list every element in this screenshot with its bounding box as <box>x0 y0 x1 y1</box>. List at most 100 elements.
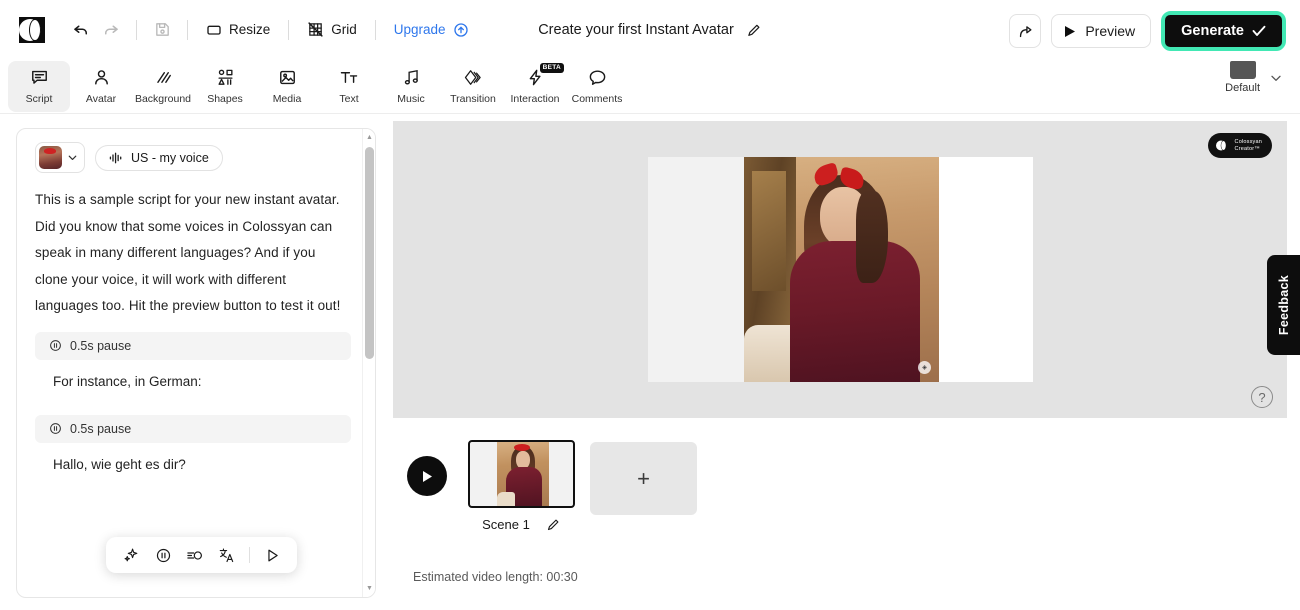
page-title: Create your first Instant Avatar <box>538 21 734 38</box>
scroll-down-arrow-icon[interactable]: ▼ <box>363 582 375 595</box>
tab-text-label: Text <box>339 92 359 105</box>
scene-thumbnail[interactable] <box>468 440 575 508</box>
scene-rename-pencil-icon[interactable] <box>546 517 561 532</box>
tab-comments[interactable]: Comments <box>566 61 628 112</box>
play-script-button[interactable] <box>259 542 285 568</box>
tab-interaction-label: Interaction <box>510 92 560 105</box>
tool-tabs-bar: Script Avatar Background Shapes Media Te… <box>0 59 1300 114</box>
pause-label-2: 0.5s pause <box>70 421 132 436</box>
pause-chip-2[interactable]: 0.5s pause <box>35 414 351 443</box>
tab-interaction[interactable]: BETA Interaction <box>504 61 566 112</box>
script-floating-toolbar <box>106 537 297 573</box>
scene-door-panel <box>752 171 786 291</box>
tab-text[interactable]: Text <box>318 61 380 112</box>
script-scrollbar[interactable]: ▲ ▼ <box>362 129 375 597</box>
upgrade-arrow-icon <box>453 22 468 37</box>
colossyan-logo-icon[interactable] <box>18 15 48 45</box>
script-icon <box>30 68 49 88</box>
scene-thumbnail-image <box>497 442 549 506</box>
voice-selector[interactable]: US - my voice <box>95 144 223 171</box>
resize-button[interactable]: Resize <box>198 15 278 45</box>
document-title-group: Create your first Instant Avatar <box>538 22 762 38</box>
watermark-text: Colossyan Creator™ <box>1235 139 1262 153</box>
tab-comments-label: Comments <box>571 92 623 105</box>
preview-button[interactable]: Preview <box>1051 14 1152 48</box>
generate-label: Generate <box>1181 23 1244 39</box>
ai-sparkles-button[interactable] <box>118 542 144 568</box>
scroll-up-arrow-icon[interactable]: ▲ <box>363 131 375 144</box>
pause-chip-1[interactable]: 0.5s pause <box>35 331 351 360</box>
speed-button[interactable] <box>182 542 208 568</box>
grid-button[interactable]: Grid <box>299 15 365 45</box>
scene-strip: Scene 1 + <box>393 440 697 532</box>
scrollbar-thumb[interactable] <box>365 147 374 359</box>
divider <box>288 19 290 40</box>
tab-script[interactable]: Script <box>8 60 70 112</box>
script-paragraph[interactable]: This is a sample script for your new ins… <box>35 187 351 320</box>
transition-diamond-icon <box>463 68 483 88</box>
generate-button-highlight: Generate <box>1161 11 1286 51</box>
canvas-stage[interactable]: ◈ Colossyan Creator™ ? <box>393 121 1287 418</box>
tab-avatar-label: Avatar <box>85 92 117 105</box>
thumb-bow <box>514 444 530 451</box>
video-preview-frame[interactable]: ◈ <box>648 157 1033 382</box>
tab-shapes[interactable]: Shapes <box>194 61 256 112</box>
upgrade-button[interactable]: Upgrade <box>386 15 477 45</box>
default-template-selector[interactable]: Default <box>1225 61 1260 94</box>
tab-media[interactable]: Media <box>256 61 318 112</box>
script-line-2[interactable]: Hallo, wie geht es dir? <box>35 443 351 486</box>
script-editor[interactable]: This is a sample script for your new ins… <box>17 173 375 486</box>
script-panel: US - my voice This is a sample script fo… <box>16 128 376 598</box>
person-icon <box>92 68 111 88</box>
scene-meta: Scene 1 <box>482 517 561 532</box>
chevron-down-icon[interactable] <box>1268 70 1284 86</box>
tab-avatar[interactable]: Avatar <box>70 61 132 112</box>
tab-music[interactable]: Music <box>380 61 442 112</box>
script-line-1[interactable]: For instance, in German: <box>35 360 351 403</box>
share-button[interactable] <box>1009 14 1042 48</box>
top-bar-actions: Preview Generate <box>1009 11 1286 51</box>
help-button[interactable]: ? <box>1251 386 1273 408</box>
video-corner-badge: ◈ <box>918 361 931 374</box>
thumb-sofa <box>497 492 515 506</box>
resize-label: Resize <box>229 22 271 37</box>
title-edit-pencil-icon[interactable] <box>746 22 762 38</box>
divider <box>374 19 376 40</box>
upgrade-label: Upgrade <box>393 22 446 37</box>
add-scene-button[interactable]: + <box>590 442 697 515</box>
tab-music-label: Music <box>397 92 425 105</box>
undo-button[interactable] <box>66 15 96 45</box>
top-bar-left-group: Resize Grid Upgrade <box>0 15 477 45</box>
generate-button[interactable]: Generate <box>1165 15 1282 47</box>
divider <box>187 19 188 40</box>
insert-pause-button[interactable] <box>150 542 176 568</box>
speech-bubble-icon <box>588 68 607 88</box>
text-type-icon <box>339 68 359 88</box>
watermark-line-1: Colossyan <box>1234 138 1262 145</box>
tab-script-label: Script <box>25 92 53 105</box>
divider <box>249 547 250 563</box>
save-disk-icon <box>155 23 169 36</box>
top-bar: Resize Grid Upgrade Create your first In… <box>0 0 1300 59</box>
avatar-body <box>790 241 920 382</box>
feedback-tab[interactable]: Feedback <box>1267 255 1300 355</box>
avatar-hair-front <box>856 191 888 283</box>
pause-circle-icon <box>49 422 62 435</box>
tab-transition[interactable]: Transition <box>442 61 504 112</box>
save-button[interactable] <box>147 15 177 45</box>
avatar-video[interactable]: ◈ <box>744 157 939 382</box>
tab-media-label: Media <box>272 92 302 105</box>
voice-label: US - my voice <box>131 150 209 165</box>
watermark-line-2: Creator™ <box>1234 145 1260 152</box>
play-all-button[interactable] <box>407 456 447 496</box>
music-note-icon <box>402 68 421 88</box>
shapes-icon <box>216 68 235 88</box>
pause-label-1: 0.5s pause <box>70 338 132 353</box>
undo-icon <box>74 25 87 34</box>
avatar-selector[interactable] <box>35 142 85 173</box>
tab-shapes-label: Shapes <box>207 92 243 105</box>
chevron-down-icon <box>66 151 79 164</box>
redo-button[interactable] <box>96 15 126 45</box>
translate-button[interactable] <box>214 542 240 568</box>
tab-background[interactable]: Background <box>132 61 194 112</box>
